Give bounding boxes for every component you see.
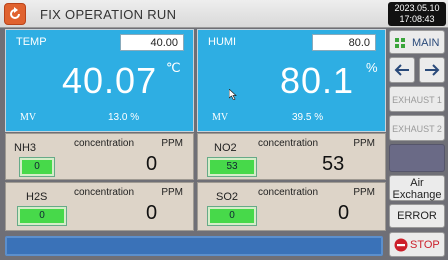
gas-setpoint-box[interactable]: 0 bbox=[19, 157, 55, 177]
gas-concentration-label: concentration bbox=[258, 187, 319, 198]
humi-mv-label: MV bbox=[212, 112, 229, 123]
gas-value: 53 bbox=[322, 153, 345, 175]
humi-mv-value: 39.5 % bbox=[292, 112, 324, 123]
gas-concentration-label: concentration bbox=[74, 187, 135, 198]
humi-unit: % bbox=[366, 60, 378, 75]
main-button[interactable]: MAIN bbox=[389, 30, 445, 54]
gas-panel-no2: NO2 concentration PPM 53 53 bbox=[197, 133, 386, 180]
gas-concentration-label: concentration bbox=[74, 138, 135, 149]
gas-setpoint-box[interactable]: 0 bbox=[17, 206, 67, 226]
gas-ppm-label: PPM bbox=[353, 187, 375, 198]
temp-unit: ℃ bbox=[166, 60, 181, 75]
prev-button[interactable] bbox=[389, 57, 415, 83]
stop-label: STOP bbox=[410, 239, 440, 251]
gas-ppm-label: PPM bbox=[353, 138, 375, 149]
temp-mv-label: MV bbox=[20, 112, 37, 123]
clock-display: 2023.05.10 17:08:43 bbox=[388, 2, 446, 26]
gas-value: 0 bbox=[146, 202, 158, 224]
stop-button[interactable]: STOP bbox=[389, 232, 445, 257]
gas-name: NH3 bbox=[14, 142, 37, 154]
temp-panel: TEMP 40.00 40.07 ℃ MV 13.0 % bbox=[5, 29, 194, 132]
message-bar bbox=[5, 236, 383, 256]
stop-icon bbox=[394, 238, 408, 252]
title-bar: FIX OPERATION RUN 2023.05.10 17:08:43 bbox=[0, 0, 448, 28]
gas-panel-nh3: NH3 concentration PPM 0 0 bbox=[5, 133, 194, 180]
gas-ppm-label: PPM bbox=[161, 138, 183, 149]
gas-panel-so2: SO2 concentration PPM 0 0 bbox=[197, 182, 386, 231]
gas-concentration-label: concentration bbox=[258, 138, 319, 149]
gas-name: SO2 bbox=[216, 191, 239, 203]
gas-name: NO2 bbox=[214, 142, 237, 154]
exhaust-1-button[interactable]: EXHAUST 1 bbox=[389, 86, 445, 112]
exhaust-2-button[interactable]: EXHAUST 2 bbox=[389, 115, 445, 141]
error-button[interactable]: ERROR bbox=[389, 204, 445, 228]
page-title: FIX OPERATION RUN bbox=[40, 7, 177, 22]
error-label: ERROR bbox=[397, 210, 437, 222]
gas-name: H2S bbox=[26, 191, 48, 203]
arrow-left-icon bbox=[394, 64, 409, 76]
blank-button[interactable] bbox=[389, 144, 445, 172]
next-button[interactable] bbox=[419, 57, 445, 83]
grid-icon bbox=[395, 38, 405, 50]
gas-ppm-label: PPM bbox=[161, 187, 183, 198]
gas-value: 0 bbox=[338, 202, 350, 224]
gas-panel-h2s: H2S concentration PPM 0 0 bbox=[5, 182, 194, 231]
exhaust-1-label: EXHAUST 1 bbox=[392, 95, 442, 105]
main-button-label: MAIN bbox=[412, 37, 440, 49]
refresh-icon[interactable] bbox=[4, 3, 26, 25]
humi-panel: HUMI 80.0 80.1 % MV 39.5 % bbox=[197, 29, 386, 132]
temp-label: TEMP bbox=[16, 36, 47, 48]
clock-date: 2023.05.10 bbox=[394, 3, 440, 13]
arrow-right-icon bbox=[425, 64, 440, 76]
humi-setpoint[interactable]: 80.0 bbox=[312, 34, 376, 51]
gas-setpoint-box[interactable]: 0 bbox=[207, 206, 257, 226]
humi-label: HUMI bbox=[208, 36, 237, 48]
temp-setpoint[interactable]: 40.00 bbox=[120, 34, 184, 51]
clock-time: 17:08:43 bbox=[399, 14, 435, 24]
temp-mv-value: 13.0 % bbox=[108, 112, 140, 123]
gas-setpoint-box[interactable]: 53 bbox=[207, 157, 257, 177]
cursor-icon bbox=[228, 87, 237, 105]
air-exchange-button[interactable]: Air Exchange bbox=[389, 175, 445, 201]
exhaust-2-label: EXHAUST 2 bbox=[392, 124, 442, 134]
air-exchange-label-1: Air bbox=[410, 177, 424, 189]
temp-value: 40.07 bbox=[62, 60, 158, 101]
air-exchange-label-2: Exchange bbox=[392, 189, 442, 201]
humi-value: 80.1 bbox=[280, 60, 355, 101]
gas-value: 0 bbox=[146, 153, 158, 175]
